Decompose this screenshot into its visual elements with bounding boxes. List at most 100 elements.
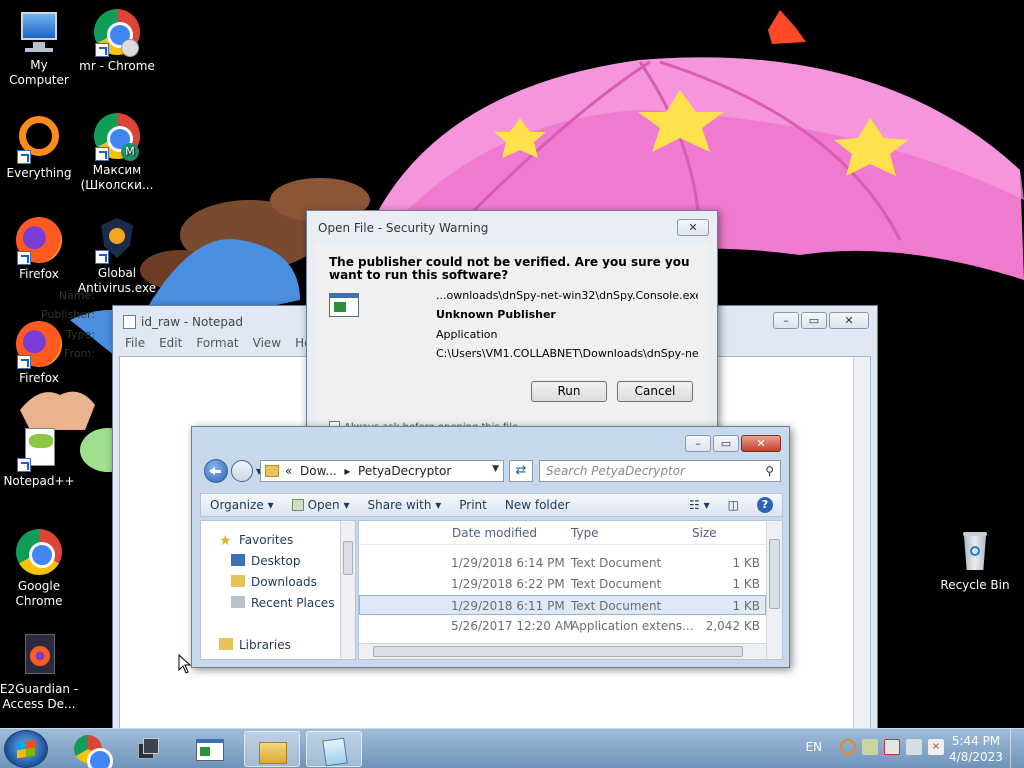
desktop-icon-firefox[interactable]: Firefox [0,216,79,282]
taskbar-chrome[interactable] [60,731,116,768]
notepad-icon [123,315,136,329]
taskbar-task-view[interactable] [120,731,176,767]
desktop-icon-maksim-chrome[interactable]: M Максим (Школски... [77,112,157,193]
breadcrumb-downloads[interactable]: Dow... [300,464,337,478]
security-warning-dialog[interactable]: Open File - Security Warning ✕ The publi… [41,210,718,433]
open-button[interactable]: Open ▾ [283,498,359,512]
recent-places-icon [231,596,245,608]
system-tray: EN × [805,739,944,755]
file-row[interactable]: 1/29/2018 6:22 PM Text Document 1 KB [359,574,766,594]
nav-desktop[interactable]: Desktop [231,554,301,568]
folder-icon [259,736,287,764]
share-with-button[interactable]: Share with ▾ [359,498,451,512]
computer-icon [15,8,63,56]
volume-muted-icon[interactable]: × [928,739,944,755]
cancel-button[interactable]: Cancel [617,381,693,402]
taskbar-notepad[interactable] [306,731,362,767]
desktop-icon-notepadpp[interactable]: Notepad++ [0,424,79,489]
nav-favorites[interactable]: ★ Favorites [219,533,293,549]
close-button[interactable]: ✕ [741,435,781,452]
chevron-down-icon[interactable]: ▼ [492,464,499,474]
show-desktop-button[interactable] [1010,729,1024,768]
help-icon[interactable]: ? [748,497,782,513]
nav-libraries[interactable]: Libraries [219,638,291,652]
open-icon [291,499,304,511]
desktop-icon-label: Firefox [19,371,59,385]
column-type[interactable]: Type [571,526,599,540]
network-icon[interactable] [906,739,922,755]
firefox-icon [15,217,63,265]
clock[interactable]: 5:44 PM 4/8/2023 [948,733,1004,765]
view-options-button[interactable]: ☷ ▾ [680,498,719,512]
run-button[interactable]: Run [531,381,607,402]
file-row-selected[interactable]: 1/29/2018 6:11 PM Text Document 1 KB [359,595,766,615]
shield-icon [93,216,141,264]
preview-pane-button[interactable]: ◫ [719,498,748,512]
search-tray-icon[interactable] [840,739,856,755]
back-button[interactable] [204,459,228,483]
desktop-icon-recycle-bin[interactable]: Recycle Bin [935,528,1015,593]
refresh-button[interactable]: ⇄ [509,460,533,482]
clock-time: 5:44 PM [951,734,1001,748]
mouse-cursor-icon [178,654,192,674]
desktop-icon-e2guardian[interactable]: E2Guardian - Access De... [0,632,79,712]
windows-stack-icon [134,735,162,763]
forward-button[interactable] [231,460,253,482]
desktop-icon-google-chrome[interactable]: Google Chrome [0,528,79,609]
organize-button[interactable]: Organize ▾ [201,498,283,512]
nav-scrollbar[interactable] [340,521,355,659]
minimize-button[interactable]: – [773,312,799,329]
action-center-icon[interactable] [884,739,900,755]
explorer-window[interactable]: – ▭ ✕ ▼ « Dow... ▸ PetyaDecryptor ▼ ⇄ Se… [191,426,790,668]
application-icon [329,293,359,317]
new-folder-button[interactable]: New folder [496,498,579,512]
menu-edit[interactable]: Edit [159,336,182,354]
breadcrumb-separator[interactable]: ▸ [344,464,350,478]
desktop-icon-my-computer[interactable]: My Computer [0,8,79,88]
taskbar-console[interactable] [182,731,238,767]
desktop-icon-global-antivirus[interactable]: Global Antivirus.exe [77,216,157,296]
address-bar[interactable]: « Dow... ▸ PetyaDecryptor ▼ [260,460,504,482]
print-button[interactable]: Print [450,498,496,512]
breadcrumb-overflow[interactable]: « [285,464,292,478]
nav-downloads[interactable]: Downloads [231,575,317,589]
language-indicator[interactable]: EN [805,740,822,754]
app-tray-icon[interactable] [862,739,878,755]
taskbar-explorer[interactable] [244,731,300,767]
chrome-icon: M [93,113,141,161]
dialog-title: Open File - Security Warning [318,221,489,235]
desktop-icon-label: Firefox [19,267,59,281]
maximize-button[interactable]: ▭ [801,312,827,329]
column-date-modified[interactable]: Date modified [452,526,537,540]
breadcrumb-current[interactable]: PetyaDecryptor [358,464,451,478]
close-button[interactable]: ✕ [677,219,709,236]
nav-recent-places[interactable]: Recent Places [231,596,334,610]
desktop-icon-mr-chrome[interactable]: mr - Chrome [77,8,157,74]
folder-icon [265,465,279,477]
start-button[interactable] [4,730,48,768]
maximize-button[interactable]: ▭ [713,435,739,452]
file-list: Date modified Type Size 1/29/2018 6:14 P… [358,520,783,660]
warning-question: The publisher could not be verified. Are… [329,255,690,282]
close-button[interactable]: ✕ [829,312,869,329]
desktop-icon-everything[interactable]: Everything [0,112,79,181]
desktop-icon-label: Recycle Bin [940,578,1010,592]
menu-file[interactable]: File [125,336,145,354]
vertical-scrollbar[interactable] [766,521,782,659]
downloads-folder-icon [231,575,245,587]
horizontal-scrollbar[interactable] [359,643,766,659]
column-size[interactable]: Size [692,526,717,540]
chrome-icon [74,735,113,768]
search-input[interactable]: Search PetyaDecryptor ⚲ [539,460,781,482]
file-firefox-icon [15,632,63,680]
file-row[interactable]: 5/26/2017 12:20 AM Application extens...… [359,616,766,636]
search-icon: ⚲ [765,464,774,478]
desktop-icon-label: mr - Chrome [79,59,155,73]
chrome-icon [93,9,141,57]
clock-date: 4/8/2023 [949,750,1003,764]
minimize-button[interactable]: – [685,435,711,452]
menu-view[interactable]: View [253,336,281,354]
vertical-scrollbar[interactable] [853,357,870,728]
file-row[interactable]: 1/29/2018 6:14 PM Text Document 1 KB [359,553,766,573]
menu-format[interactable]: Format [196,336,238,354]
